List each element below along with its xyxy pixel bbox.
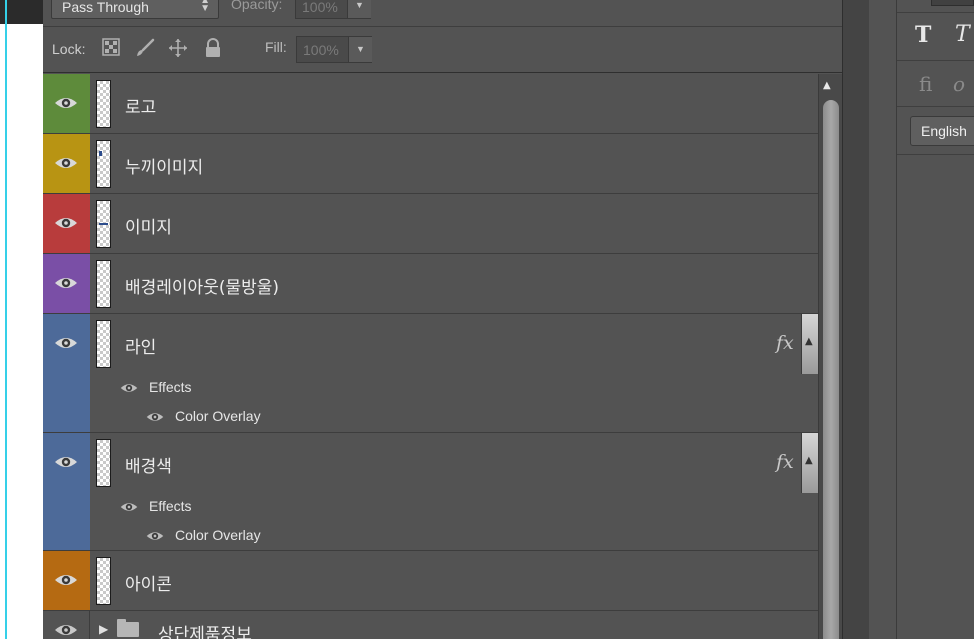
effects-expand-toggle[interactable]: ▲ — [801, 433, 818, 493]
visibility-eye-icon[interactable] — [54, 453, 78, 471]
effects-label[interactable]: Effects — [149, 498, 192, 514]
blend-mode-select[interactable]: Pass Through ▲ ▼ — [51, 0, 219, 19]
language-value: English — [921, 123, 967, 139]
character-panel: T T fi o English — [869, 0, 974, 639]
updown-arrow-icon: ▲ ▼ — [200, 0, 210, 14]
expand-arrow-icon[interactable]: ▶ — [99, 622, 108, 636]
fill-field[interactable]: 100% ▼ — [296, 36, 372, 63]
faux-bold-button[interactable]: T — [915, 22, 931, 48]
layers-panel: Pass Through ▲ ▼ Opacity: 100% ▼ Lock: Fi… — [43, 0, 842, 639]
language-select[interactable]: English — [910, 116, 974, 146]
layer-thumbnail[interactable] — [96, 439, 111, 487]
layer-row[interactable]: 배경레이아웃(물방울) — [43, 254, 818, 314]
layer-row[interactable]: 누끼이미지 — [43, 134, 818, 194]
panel-edge — [896, 0, 897, 639]
collapse-arrow-icon: ▲ — [805, 455, 813, 466]
layer-row[interactable]: 배경색 fx ▲ Effects Color Overlay — [43, 433, 818, 551]
lock-label: Lock: — [52, 41, 86, 57]
lock-all-padlock-icon[interactable] — [202, 38, 224, 60]
layer-color-label — [43, 314, 90, 432]
faux-italic-button[interactable]: T — [955, 22, 970, 47]
swash-button[interactable]: o — [953, 72, 965, 96]
fill-value: 100% — [303, 42, 339, 58]
visibility-eye-icon[interactable] — [54, 274, 78, 292]
fill-label: Fill: — [265, 39, 287, 55]
layer-color-label — [43, 551, 90, 610]
layer-name[interactable]: 누끼이미지 — [125, 153, 203, 178]
folder-icon — [117, 619, 139, 637]
layer-color-label — [43, 611, 90, 639]
layer-thumbnail[interactable] — [96, 320, 111, 368]
visibility-eye-icon[interactable] — [54, 214, 78, 232]
panel-divider — [842, 0, 869, 639]
layer-thumbnail[interactable] — [96, 260, 111, 308]
blend-mode-value: Pass Through — [62, 0, 149, 15]
layer-color-label — [43, 194, 90, 253]
layer-color-label — [43, 74, 90, 133]
layer-color-label — [43, 433, 90, 550]
layer-name[interactable]: 배경레이아웃(물방울) — [125, 273, 279, 298]
character-panel-top-row — [897, 0, 974, 13]
layer-effects-fx-icon[interactable]: fx — [776, 332, 794, 354]
lock-image-pixels-brush-icon[interactable] — [134, 38, 156, 60]
layer-row[interactable]: 아이콘 — [43, 551, 818, 611]
collapse-arrow-icon: ▲ — [805, 336, 813, 347]
effects-visibility-eye-icon[interactable] — [120, 381, 138, 395]
layers-scrollbar[interactable]: ▲ — [818, 74, 842, 639]
layers-options-bar: Pass Through ▲ ▼ Opacity: 100% ▼ — [43, 0, 842, 27]
separator — [897, 60, 974, 61]
visibility-eye-icon[interactable] — [54, 621, 78, 639]
layer-color-label — [43, 134, 90, 193]
group-name[interactable]: 상단제품정보 — [158, 620, 252, 639]
layer-row[interactable]: 라인 fx ▲ Effects Color Overlay — [43, 314, 818, 433]
effects-expand-toggle[interactable]: ▲ — [801, 314, 818, 374]
layer-thumbnail[interactable] — [96, 140, 111, 188]
color-overlay-visibility-eye-icon[interactable] — [146, 529, 164, 543]
effects-label[interactable]: Effects — [149, 379, 192, 395]
lock-transparent-pixels-icon[interactable] — [100, 38, 122, 60]
opacity-dropdown-button[interactable]: ▼ — [347, 0, 371, 18]
color-overlay-visibility-eye-icon[interactable] — [146, 410, 164, 424]
opacity-value: 100% — [302, 0, 338, 15]
opacity-label: Opacity: — [231, 0, 283, 12]
visibility-eye-icon[interactable] — [54, 94, 78, 112]
layer-effects-fx-icon[interactable]: fx — [776, 451, 794, 473]
mini-field[interactable] — [931, 0, 974, 6]
separator — [897, 154, 974, 155]
lock-options-bar: Lock: Fill: 100% ▼ — [43, 28, 842, 73]
layer-name[interactable]: 아이콘 — [125, 570, 172, 595]
layer-row[interactable]: 로고 — [43, 74, 818, 134]
layer-name[interactable]: 이미지 — [125, 213, 172, 238]
visibility-eye-icon[interactable] — [54, 334, 78, 352]
color-overlay-effect[interactable]: Color Overlay — [175, 408, 261, 424]
layer-list: 로고 누끼이미지 이미지 배경레이아웃(물방울) 라인 fx ▲ Effects… — [43, 74, 818, 639]
layer-name[interactable]: 라인 — [125, 333, 156, 358]
scroll-up-arrow-icon[interactable]: ▲ — [823, 80, 831, 91]
layer-color-label — [43, 254, 90, 313]
layer-row[interactable]: 이미지 — [43, 194, 818, 254]
scroll-thumb[interactable] — [823, 100, 839, 639]
lock-position-move-icon[interactable] — [167, 38, 189, 60]
layer-thumbnail[interactable] — [96, 200, 111, 248]
document-canvas[interactable] — [0, 0, 43, 639]
layer-name[interactable]: 로고 — [125, 93, 156, 118]
layer-thumbnail[interactable] — [96, 80, 111, 128]
ligature-button[interactable]: fi — [919, 72, 932, 96]
effects-visibility-eye-icon[interactable] — [120, 500, 138, 514]
visibility-eye-icon[interactable] — [54, 571, 78, 589]
layer-thumbnail[interactable] — [96, 557, 111, 605]
opacity-field[interactable]: 100% ▼ — [295, 0, 371, 19]
layer-name[interactable]: 배경색 — [125, 452, 172, 477]
fill-dropdown-button[interactable]: ▼ — [348, 37, 372, 62]
layer-group-row[interactable]: ▶ 상단제품정보 — [43, 611, 818, 639]
guide-line — [5, 0, 7, 639]
separator — [897, 106, 974, 107]
color-overlay-effect[interactable]: Color Overlay — [175, 527, 261, 543]
visibility-eye-icon[interactable] — [54, 154, 78, 172]
